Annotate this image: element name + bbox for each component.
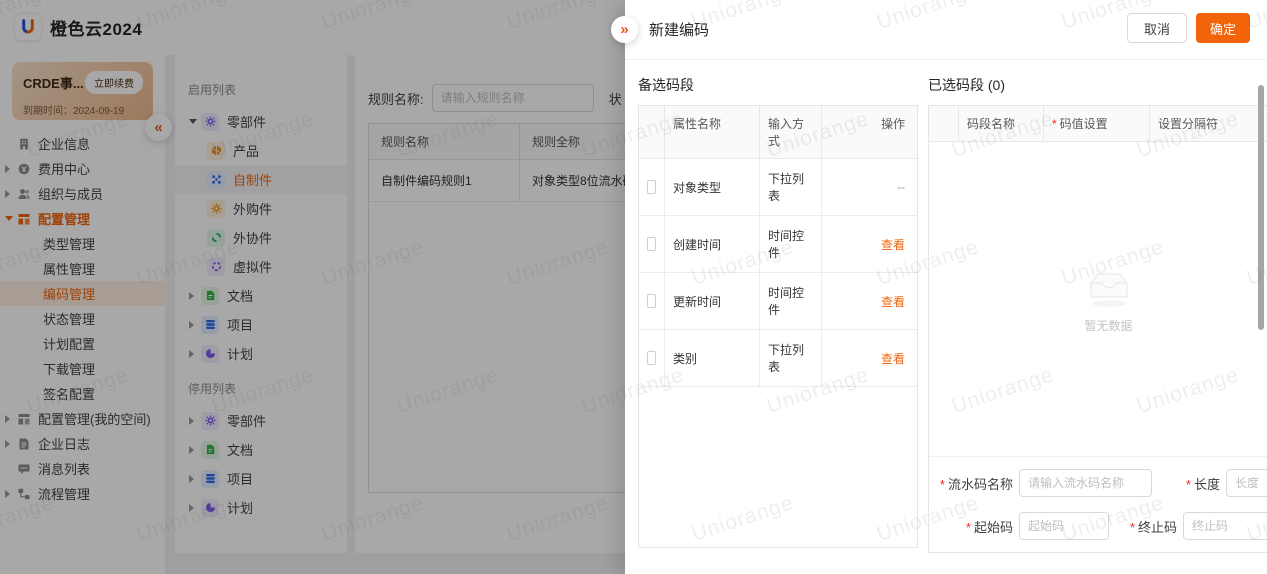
view-link[interactable]: 查看 [881,293,905,310]
empty-state: 暂无数据 [929,142,1267,456]
app-root: 橙色云2024 CRDE事... 立即续费 到期时间：2024-09-19 企业… [0,0,1267,574]
table-row: 更新时间 时间控件 查看 [639,273,917,330]
selected-segments-section: 已选码段 (0) 码段名称 *码值设置 设置分隔符 [928,75,1267,553]
required-mark: * [1130,520,1135,535]
row-checkbox[interactable] [647,294,656,308]
length-label: 长度 [1194,477,1220,492]
start-code-label: 起始码 [974,520,1013,535]
serial-name-input[interactable] [1019,469,1152,497]
serial-name-label: 流水码名称 [948,477,1013,492]
empty-box-icon [1080,265,1138,309]
required-mark: * [1052,117,1057,131]
drawer-close-button[interactable]: » [611,16,638,43]
candidate-segments-title: 备选码段 [638,75,918,95]
candidate-segments-table: 属性名称 输入方式 操作 对象类型 下拉列表 -- 创建时间 时间控件 [638,105,918,548]
table-row: 对象类型 下拉列表 -- [639,159,917,216]
no-action-placeholder: -- [897,180,905,194]
view-link[interactable]: 查看 [881,236,905,253]
serial-code-form: *流水码名称 *长度 *起始码 *终止码 [929,456,1267,552]
table-row: 创建时间 时间控件 查看 [639,216,917,273]
length-input[interactable] [1226,469,1267,497]
required-mark: * [940,477,945,492]
row-checkbox[interactable] [647,180,656,194]
candidate-segments-section: 备选码段 属性名称 输入方式 操作 对象类型 下拉列表 -- [638,75,918,553]
cancel-button[interactable]: 取消 [1127,13,1187,43]
drawer-scrollbar-thumb[interactable] [1258,85,1264,330]
confirm-button[interactable]: 确定 [1196,13,1250,43]
new-code-drawer: » 新建编码 取消 确定 备选码段 属性名称 输入方式 操作 [625,0,1267,574]
required-mark: * [966,520,971,535]
table-row: 类别 下拉列表 查看 [639,330,917,387]
empty-text: 暂无数据 [1084,317,1132,334]
row-checkbox[interactable] [647,351,656,365]
selected-table-header: 码段名称 *码值设置 设置分隔符 [929,106,1267,142]
drawer-mask[interactable] [0,0,625,574]
selected-segments-title: 已选码段 (0) [928,75,1267,95]
start-code-input[interactable] [1019,512,1109,540]
row-checkbox[interactable] [647,237,656,251]
required-mark: * [1186,477,1191,492]
selected-segments-table: 码段名称 *码值设置 设置分隔符 暂无数据 [928,105,1267,553]
drawer-title: 新建编码 [649,19,709,40]
candidate-table-header: 属性名称 输入方式 操作 [639,106,917,159]
end-code-label: 终止码 [1138,520,1177,535]
end-code-input[interactable] [1183,512,1267,540]
drawer-header: » 新建编码 取消 确定 [625,0,1267,60]
view-link[interactable]: 查看 [881,350,905,367]
